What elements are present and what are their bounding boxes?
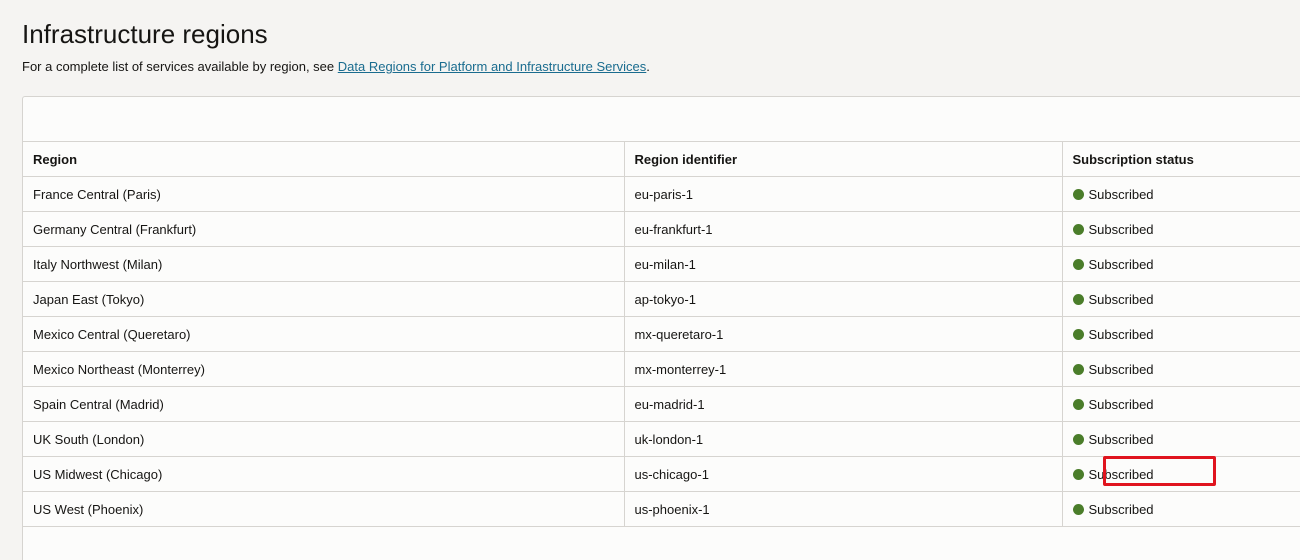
status-dot-icon bbox=[1072, 433, 1084, 445]
status-dot-icon bbox=[1072, 328, 1084, 340]
subscription-status-cell: Subscribed bbox=[1061, 351, 1300, 387]
region-name-cell: US West (Phoenix) bbox=[23, 491, 624, 527]
status-label: Subscribed bbox=[1088, 361, 1154, 377]
region-identifier-cell: eu-frankfurt-1 bbox=[623, 211, 1062, 247]
regions-table: Region Region identifier Subscription st… bbox=[23, 142, 1300, 527]
table-body: France Central (Paris) eu-paris-1 Subscrib… bbox=[23, 176, 1300, 527]
status-dot-icon bbox=[1072, 293, 1084, 305]
column-header-subscription-status[interactable]: Subscription status bbox=[1061, 142, 1300, 177]
region-identifier-cell: eu-milan-1 bbox=[623, 246, 1062, 282]
region-identifier-cell: ap-tokyo-1 bbox=[623, 281, 1062, 317]
data-regions-link[interactable]: Data Regions for Platform and Infrastruc… bbox=[338, 59, 647, 74]
region-identifier-cell: uk-london-1 bbox=[623, 421, 1062, 457]
status-dot-icon bbox=[1072, 363, 1084, 375]
region-identifier-cell: eu-paris-1 bbox=[623, 176, 1062, 212]
subscription-status-cell: Subscribed bbox=[1061, 456, 1300, 492]
subscription-status-cell: Subscribed bbox=[1061, 246, 1300, 282]
subtitle-period: . bbox=[646, 59, 650, 74]
status-dot-icon bbox=[1072, 223, 1084, 235]
page-subtitle: For a complete list of services availabl… bbox=[22, 58, 650, 76]
table-toolbar bbox=[23, 97, 1300, 142]
status-label: Subscribed bbox=[1088, 431, 1154, 447]
table-row[interactable]: US Midwest (Chicago) us-chicago-1 Subscrib… bbox=[23, 456, 1300, 492]
subscription-status-cell: Subscribed bbox=[1061, 386, 1300, 422]
region-name-cell: Mexico Northeast (Monterrey) bbox=[23, 351, 624, 387]
subtitle-text: For a complete list of services availabl… bbox=[22, 59, 338, 74]
status-label: Subscribed bbox=[1088, 396, 1154, 412]
region-identifier-cell: us-phoenix-1 bbox=[623, 491, 1062, 527]
table-row[interactable]: Italy Northwest (Milan) eu-milan-1 Subscri… bbox=[23, 246, 1300, 282]
table-row[interactable]: Japan East (Tokyo) ap-tokyo-1 Subscribed bbox=[23, 281, 1300, 317]
region-name-cell: US Midwest (Chicago) bbox=[23, 456, 624, 492]
status-label: Subscribed bbox=[1088, 221, 1154, 237]
regions-panel: Region Region identifier Subscription st… bbox=[22, 96, 1300, 560]
subscription-status-cell: Subscribed bbox=[1061, 316, 1300, 352]
table-row[interactable]: Germany Central (Frankfurt) eu-frankfurt-… bbox=[23, 211, 1300, 247]
table-row[interactable]: Mexico Northeast (Monterrey) mx-monterrey… bbox=[23, 351, 1300, 387]
subscription-status-cell: Subscribed bbox=[1061, 176, 1300, 212]
status-label: Subscribed bbox=[1088, 466, 1154, 482]
status-dot-icon bbox=[1072, 258, 1084, 270]
status-label: Subscribed bbox=[1088, 326, 1154, 342]
status-label: Subscribed bbox=[1088, 501, 1154, 517]
column-header-region[interactable]: Region bbox=[23, 142, 624, 177]
region-name-cell: UK South (London) bbox=[23, 421, 624, 457]
region-name-cell: Italy Northwest (Milan) bbox=[23, 246, 624, 282]
table-row[interactable]: Spain Central (Madrid) eu-madrid-1 Subscri… bbox=[23, 386, 1300, 422]
region-identifier-cell: mx-queretaro-1 bbox=[623, 316, 1062, 352]
page: Infrastructure regions For a complete li… bbox=[0, 0, 1300, 560]
subscription-status-cell: Subscribed bbox=[1061, 421, 1300, 457]
region-name-cell: Japan East (Tokyo) bbox=[23, 281, 624, 317]
table-row[interactable]: France Central (Paris) eu-paris-1 Subscrib… bbox=[23, 176, 1300, 212]
region-identifier-cell: eu-madrid-1 bbox=[623, 386, 1062, 422]
subscription-status-cell: Subscribed bbox=[1061, 281, 1300, 317]
status-dot-icon bbox=[1072, 398, 1084, 410]
table-header-row: Region Region identifier Subscription st… bbox=[23, 142, 1300, 177]
status-dot-icon bbox=[1072, 468, 1084, 480]
region-identifier-cell: mx-monterrey-1 bbox=[623, 351, 1062, 387]
status-dot-icon bbox=[1072, 503, 1084, 515]
subscription-status-cell: Subscribed bbox=[1061, 491, 1300, 527]
status-label: Subscribed bbox=[1088, 291, 1154, 307]
status-label: Subscribed bbox=[1088, 186, 1154, 202]
page-title: Infrastructure regions bbox=[22, 19, 268, 49]
region-name-cell: Mexico Central (Queretaro) bbox=[23, 316, 624, 352]
table-row[interactable]: Mexico Central (Queretaro) mx-queretaro-1… bbox=[23, 316, 1300, 352]
column-header-region-identifier[interactable]: Region identifier bbox=[623, 142, 1062, 177]
region-identifier-cell: us-chicago-1 bbox=[623, 456, 1062, 492]
table-row[interactable]: US West (Phoenix) us-phoenix-1 Subscribed bbox=[23, 491, 1300, 527]
status-label: Subscribed bbox=[1088, 256, 1154, 272]
region-name-cell: Spain Central (Madrid) bbox=[23, 386, 624, 422]
region-name-cell: France Central (Paris) bbox=[23, 176, 624, 212]
status-dot-icon bbox=[1072, 188, 1084, 200]
region-name-cell: Germany Central (Frankfurt) bbox=[23, 211, 624, 247]
subscription-status-cell: Subscribed bbox=[1061, 211, 1300, 247]
table-row[interactable]: UK South (London) uk-london-1 Subscribed bbox=[23, 421, 1300, 457]
